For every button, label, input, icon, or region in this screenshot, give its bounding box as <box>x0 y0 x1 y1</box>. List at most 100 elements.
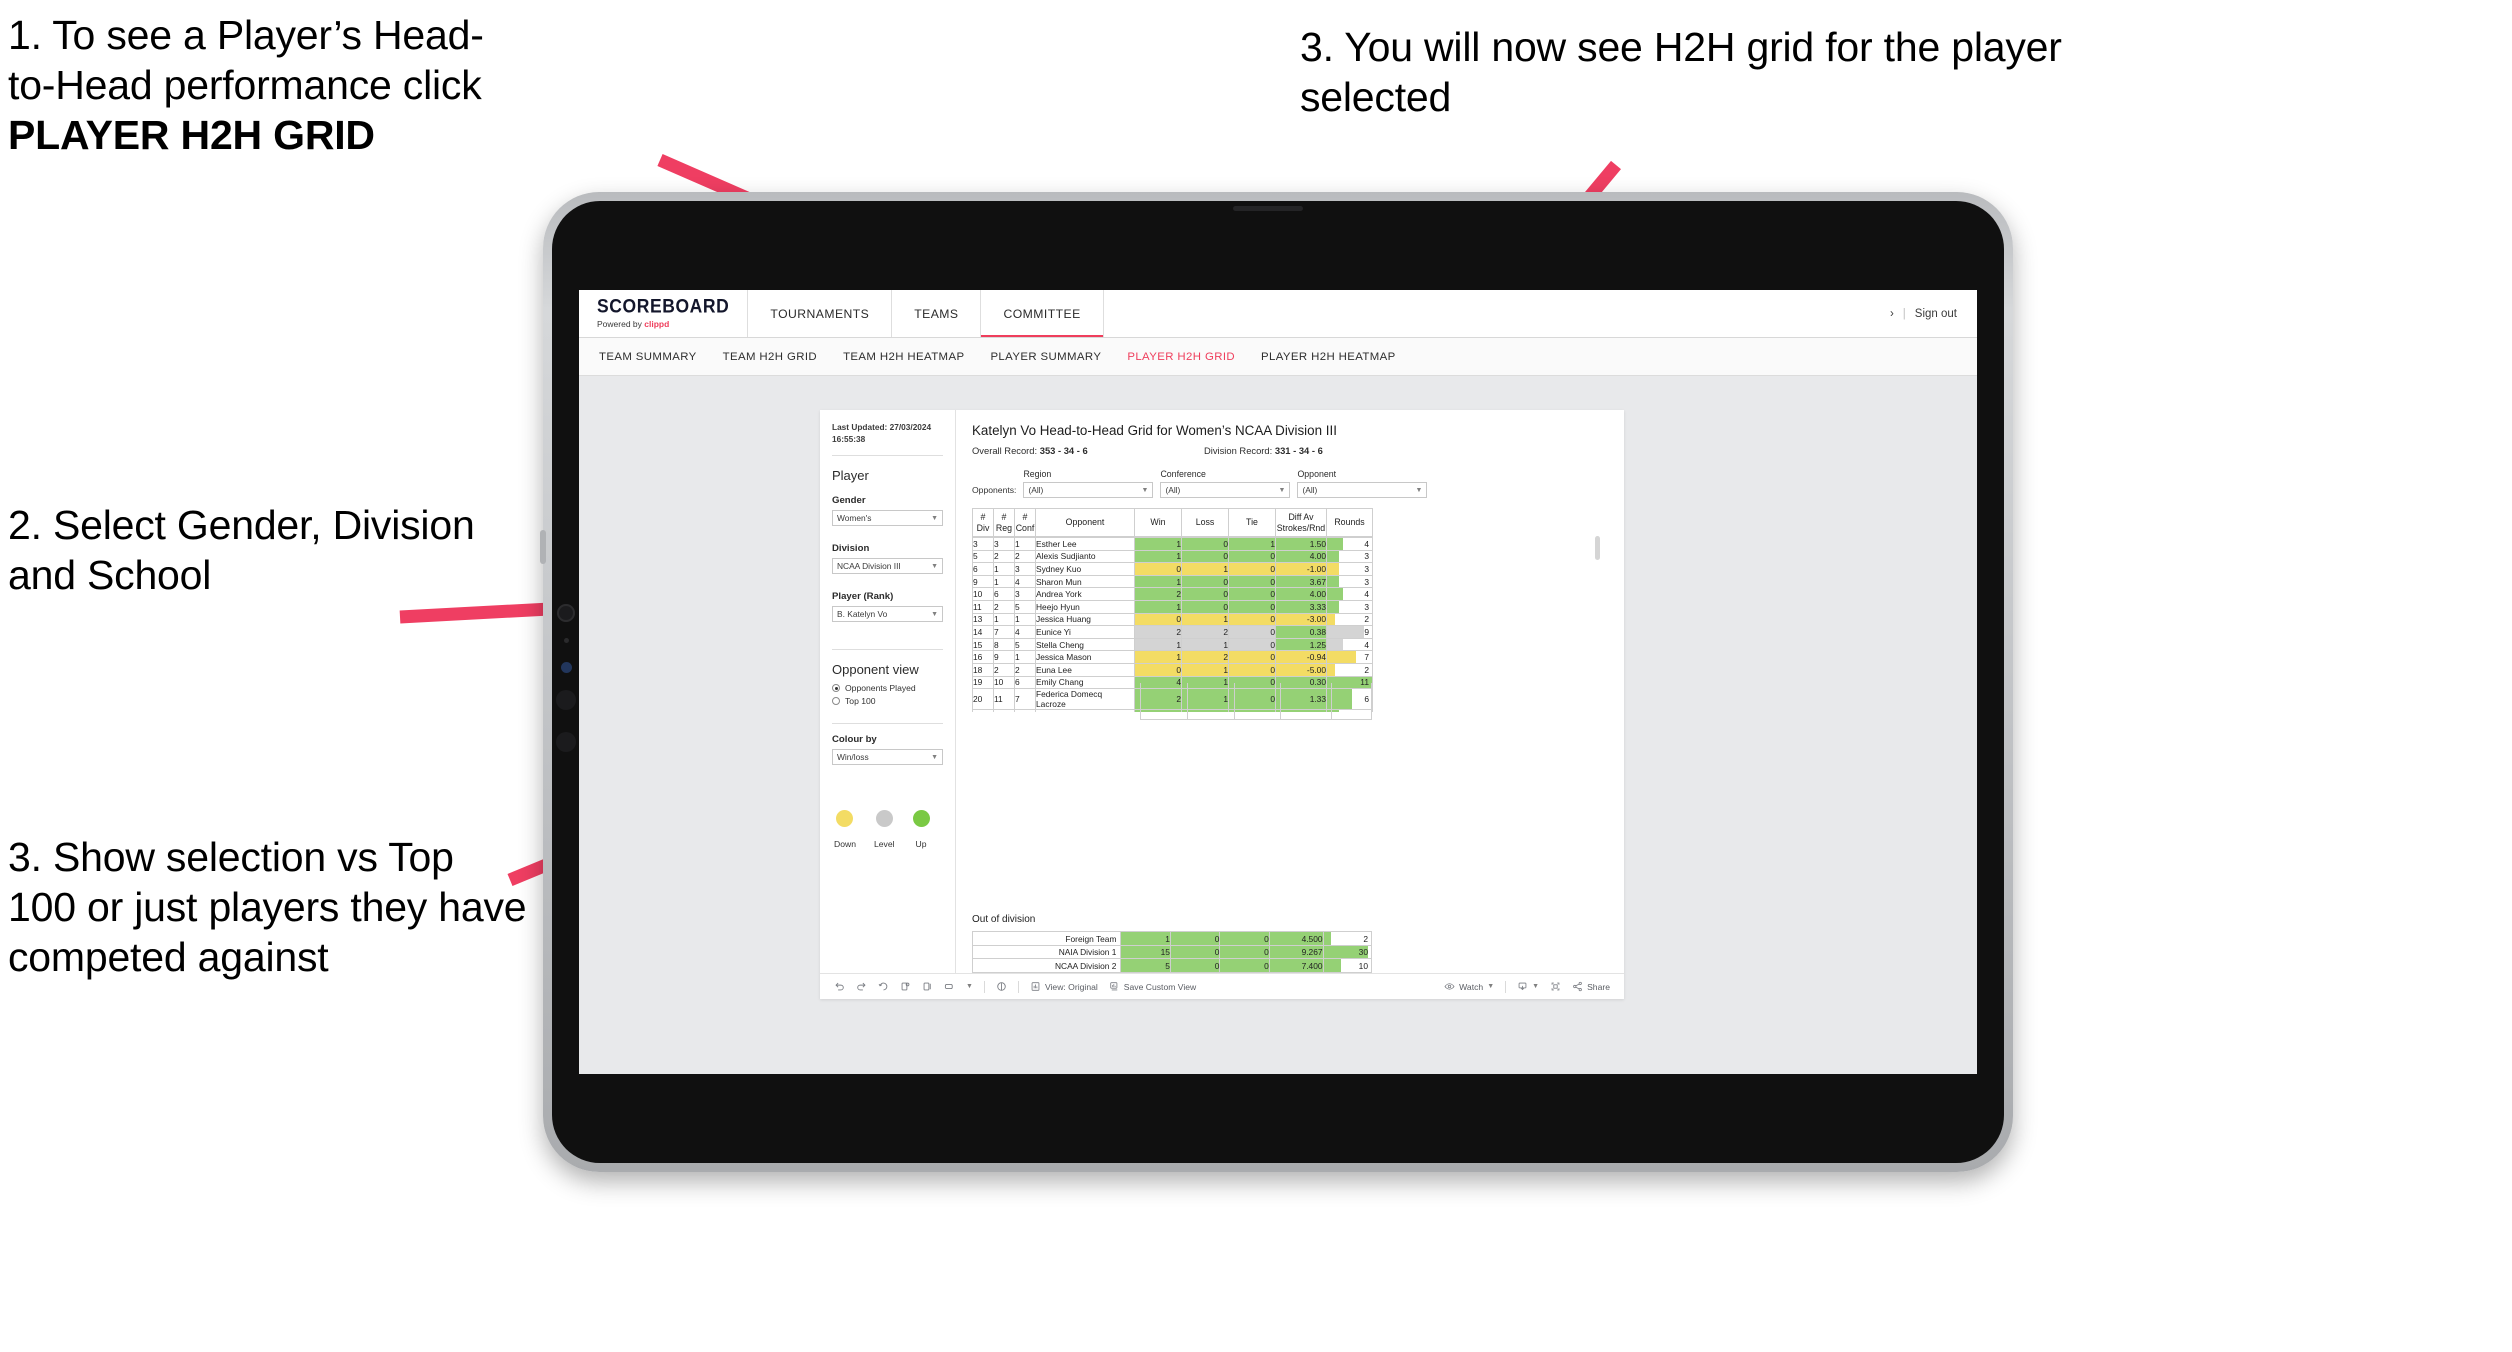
cell-win: 1 <box>1134 549 1182 564</box>
radio-opponents-played[interactable]: Opponents Played <box>832 683 943 693</box>
annotation-1-bold: PLAYER H2H GRID <box>8 112 375 159</box>
download-button[interactable]: ▼ <box>1517 981 1539 992</box>
fullscreen-icon[interactable] <box>1550 981 1561 992</box>
cell-rounds: 4 <box>1326 637 1373 652</box>
header-separator: | <box>1902 307 1906 320</box>
cell-div: 20 <box>972 688 994 711</box>
table-row[interactable]: 11 2 5 Heejo Hyun 1 0 0 3.33 3 <box>972 599 1373 614</box>
tab-team-h2h-grid[interactable]: TEAM H2H GRID <box>723 351 817 363</box>
last-updated: Last Updated: 27/03/2024 16:55:38 <box>832 422 943 445</box>
watch-button[interactable]: Watch ▼ <box>1444 981 1494 992</box>
view-original-icon <box>1030 981 1041 992</box>
list-item[interactable]: NAIA Division 1 15 0 0 9.267 30 <box>971 944 1373 960</box>
tab-player-summary[interactable]: PLAYER SUMMARY <box>990 351 1101 363</box>
download-icon <box>1517 981 1528 992</box>
chevron-right-icon[interactable]: › <box>1890 308 1894 320</box>
cell-rounds: 30 <box>1322 944 1373 960</box>
brand-logo[interactable]: SCOREBOARD Powered by clippd <box>579 290 749 337</box>
cell-conf: 2 <box>1014 549 1036 564</box>
top-nav-teams[interactable]: TEAMS <box>892 290 982 337</box>
watch-label: Watch <box>1459 981 1484 992</box>
table-row[interactable]: 6 1 3 Sydney Kuo 0 1 0 -1.00 3 <box>972 562 1373 576</box>
cell-div: 9 <box>972 574 994 589</box>
radio-opponents-played-label: Opponents Played <box>845 683 916 694</box>
legend-up: Up <box>912 810 930 849</box>
top-nav: TOURNAMENTS TEAMS COMMITTEE <box>748 290 1104 337</box>
sub-nav: TEAM SUMMARY TEAM H2H GRID TEAM H2H HEAT… <box>579 338 1977 376</box>
table-row[interactable]: 3 3 1 Esther Lee 1 0 1 1.50 4 <box>972 537 1373 551</box>
opponent-select[interactable]: (All) ▼ <box>1297 482 1428 498</box>
cell-tie: 0 <box>1219 944 1270 960</box>
cell-diff: 1.50 <box>1275 537 1327 551</box>
table-row[interactable]: 16 9 1 Jessica Mason 1 2 0 -0.94 7 <box>972 650 1373 664</box>
tab-team-summary[interactable]: TEAM SUMMARY <box>599 351 697 363</box>
col-loss: Loss <box>1181 508 1229 537</box>
divider-2 <box>832 649 943 651</box>
col-tie: Tie <box>1228 508 1276 537</box>
opponents-label: Opponents: <box>972 485 1017 495</box>
cell-win: 0 <box>1134 612 1182 627</box>
cell-rounds: 4 <box>1326 537 1373 551</box>
list-item[interactable]: NCAA Division 2 5 0 0 7.400 10 <box>971 958 1373 973</box>
sign-out-link[interactable]: Sign out <box>1915 308 1957 320</box>
player-heading: Player <box>832 468 869 484</box>
save-custom-view-button[interactable]: Save Custom View <box>1109 981 1196 992</box>
player-rank-select[interactable]: B. Katelyn Vo ▼ <box>832 606 943 623</box>
conference-label: Conference <box>1160 469 1206 479</box>
undo-icon[interactable] <box>834 981 845 992</box>
division-select[interactable]: NCAA Division III ▼ <box>832 558 943 575</box>
toolbar-divider-2 <box>1017 980 1019 993</box>
gender-select[interactable]: Women's ▼ <box>832 510 943 527</box>
conference-select[interactable]: (All) ▼ <box>1160 482 1291 498</box>
overall-record: Overall Record: 353 - 34 - 6 <box>972 445 1204 456</box>
redo-icon[interactable] <box>856 981 867 992</box>
conference-filter: Conference (All) ▼ <box>1160 469 1291 498</box>
chevron-down-icon: ▼ <box>1415 486 1423 494</box>
cell-opponent: Jessica Huang <box>1035 612 1135 627</box>
radio-top-100[interactable]: Top 100 <box>832 696 943 706</box>
cell-diff: 1.25 <box>1275 637 1327 652</box>
tab-player-h2h-heatmap[interactable]: PLAYER H2H HEATMAP <box>1261 351 1396 363</box>
list-item[interactable]: Foreign Team 1 0 0 4.500 2 <box>971 931 1373 946</box>
table-row[interactable]: 13 1 1 Jessica Huang 0 1 0 -3.00 2 <box>972 612 1373 627</box>
top-nav-committee[interactable]: COMMITTEE <box>981 290 1104 337</box>
chevron-down-icon[interactable]: ▼ <box>966 983 973 990</box>
colour-by-select[interactable]: Win/loss ▼ <box>832 749 943 766</box>
brand-sub-prefix: Powered by <box>597 319 645 330</box>
cell-opponent: Federica Domecq Lacroze <box>1035 688 1135 711</box>
table-row[interactable]: 14 7 4 Eunice Yi 2 2 0 0.38 9 <box>972 625 1373 639</box>
cell-group-name: NAIA Division 1 <box>971 944 1122 960</box>
division-record-label: Division Record: <box>1204 445 1275 456</box>
tab-team-h2h-heatmap[interactable]: TEAM H2H HEATMAP <box>843 351 964 363</box>
h2h-table-scrollbar[interactable] <box>1595 536 1600 560</box>
top-nav-tournaments[interactable]: TOURNAMENTS <box>748 290 893 337</box>
cell-conf: 1 <box>1014 537 1036 551</box>
cell-tie: 0 <box>1228 662 1276 677</box>
share-button[interactable]: Share <box>1572 981 1610 992</box>
revert-icon[interactable] <box>878 981 889 992</box>
help-icon[interactable] <box>996 981 1007 992</box>
cell-conf: 4 <box>1014 574 1036 589</box>
refresh-data-icon[interactable] <box>900 981 911 992</box>
tab-player-h2h-grid[interactable]: PLAYER H2H GRID <box>1127 351 1235 363</box>
cell-tie: 0 <box>1219 931 1270 946</box>
cell-win: 0 <box>1134 662 1182 677</box>
power-button[interactable] <box>540 530 546 564</box>
brand-name: SCOREBOARD <box>597 294 730 317</box>
table-row[interactable]: 9 1 4 Sharon Mun 1 0 0 3.67 3 <box>972 574 1373 589</box>
table-row[interactable]: 10 6 3 Andrea York 2 0 0 4.00 4 <box>972 587 1373 601</box>
table-row[interactable]: 18 2 2 Euna Lee 0 1 0 -5.00 2 <box>972 662 1373 677</box>
cell-rounds: 2 <box>1322 931 1373 946</box>
pause-icon[interactable] <box>922 981 933 992</box>
view-shape-icon[interactable] <box>944 981 955 992</box>
cell-conf: 7 <box>1014 688 1036 711</box>
cell-rounds: 3 <box>1326 709 1373 712</box>
cell-div: 15 <box>972 637 994 652</box>
view-original-button[interactable]: View: Original <box>1030 981 1098 992</box>
col-win: Win <box>1134 508 1182 537</box>
cell-loss: 1 <box>1181 612 1229 627</box>
region-select[interactable]: (All) ▼ <box>1023 482 1154 498</box>
table-row[interactable]: 15 8 5 Stella Cheng 1 1 0 1.25 4 <box>972 637 1373 652</box>
share-label: Share <box>1587 981 1610 992</box>
table-row[interactable]: 5 2 2 Alexis Sudjianto 1 0 0 4.00 3 <box>972 549 1373 564</box>
